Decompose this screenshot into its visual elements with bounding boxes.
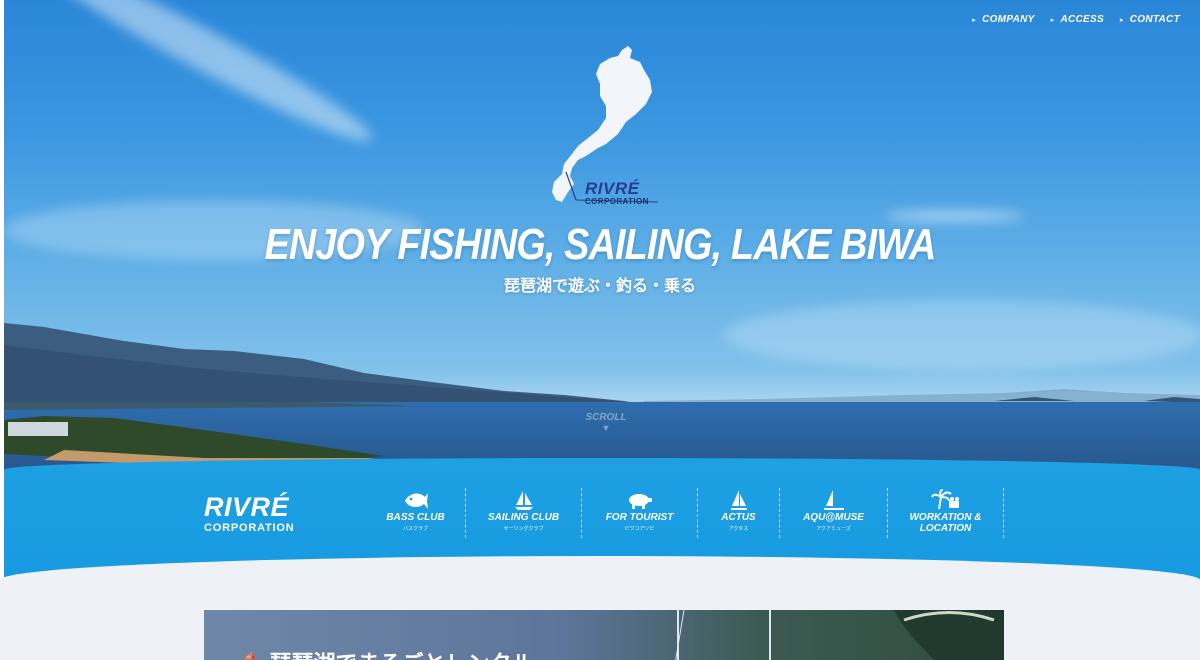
banner-title: ⛵ 琵琶湖でまるごとレンタル <box>236 646 534 660</box>
menu-sublabel: アクタス <box>728 526 749 532</box>
menu-item-sailing-club[interactable]: SAILING CLUB セーリングクラブ <box>466 488 582 538</box>
banner-title-text: 琵琶湖でまるごとレンタル <box>270 651 534 660</box>
chevron-right-icon: ▸ <box>1119 16 1124 24</box>
menu-label: ACTUS <box>721 512 756 523</box>
menu-label: BASS CLUB <box>386 512 445 523</box>
menu-item-bass-club[interactable]: BASS CLUB バスクラブ <box>366 488 466 538</box>
menu-label: FOR TOURIST <box>605 512 674 523</box>
brand-subtitle: CORPORATION <box>204 522 295 534</box>
brand-name: RIVRÉ <box>204 492 290 522</box>
menu-label: SAILING CLUB <box>487 512 560 523</box>
menu-item-workation-location[interactable]: WORKATION & LOCATION <box>888 488 1004 538</box>
chevron-right-icon: ▸ <box>972 16 977 24</box>
sailboat-icon <box>513 488 535 512</box>
pig-icon <box>627 488 653 512</box>
fish-icon <box>403 488 429 512</box>
service-menu: BASS CLUB バスクラブ SAILING CLUB セーリングクラブ FO… <box>366 488 1004 538</box>
menu-label: AQU@MUSE <box>803 512 864 523</box>
sailboat-icon: ⛵ <box>236 651 263 660</box>
hero-headline: ENJOY FISHING, SAILING, LAKE BIWA <box>264 220 936 269</box>
nav-label: CONTACT <box>1129 14 1180 25</box>
brand-subtitle: CORPORATION <box>585 197 649 206</box>
sail-icon <box>730 488 748 512</box>
nav-label: ACCESS <box>1060 14 1104 25</box>
menu-label: WORKATION & LOCATION <box>909 512 982 534</box>
nav-contact-link[interactable]: ▸ CONTACT <box>1120 14 1180 25</box>
menu-sublabel: バスクラブ <box>402 526 428 532</box>
hero-subheadline: 琵琶湖で遊ぶ・釣る・乗る <box>503 278 696 295</box>
chevron-down-icon: ▼ <box>601 423 611 433</box>
menu-sublabel: アクアミューズ <box>816 526 851 532</box>
palm-camera-icon <box>930 488 961 512</box>
menu-brand-logo[interactable]: RIVRÉ CORPORATION <box>204 494 294 534</box>
sail-icon <box>823 488 845 512</box>
scroll-label: SCROLL <box>585 412 627 423</box>
cloud <box>26 0 382 157</box>
menu-item-aqumuse[interactable]: AQU@MUSE アクアミューズ <box>780 488 888 538</box>
nav-company-link[interactable]: ▸ COMPANY <box>972 14 1034 25</box>
menu-sublabel: ビワコアソビ <box>624 526 655 532</box>
scroll-indicator[interactable]: SCROLL ▼ <box>576 412 636 433</box>
nav-label: COMPANY <box>982 14 1035 25</box>
chevron-right-icon: ▸ <box>1050 16 1055 24</box>
brand-logo[interactable]: RIVRÉ CORPORATION <box>585 180 649 206</box>
menu-sublabel: セーリングクラブ <box>503 526 544 532</box>
brand-name: RIVRÉ <box>585 179 640 198</box>
nav-access-link[interactable]: ▸ ACCESS <box>1051 14 1104 25</box>
menu-item-for-tourist[interactable]: FOR TOURIST ビワコアソビ <box>582 488 698 538</box>
top-nav: ▸ COMPANY ▸ ACCESS ▸ CONTACT <box>972 14 1180 25</box>
menu-item-actus[interactable]: ACTUS アクタス <box>698 488 780 538</box>
